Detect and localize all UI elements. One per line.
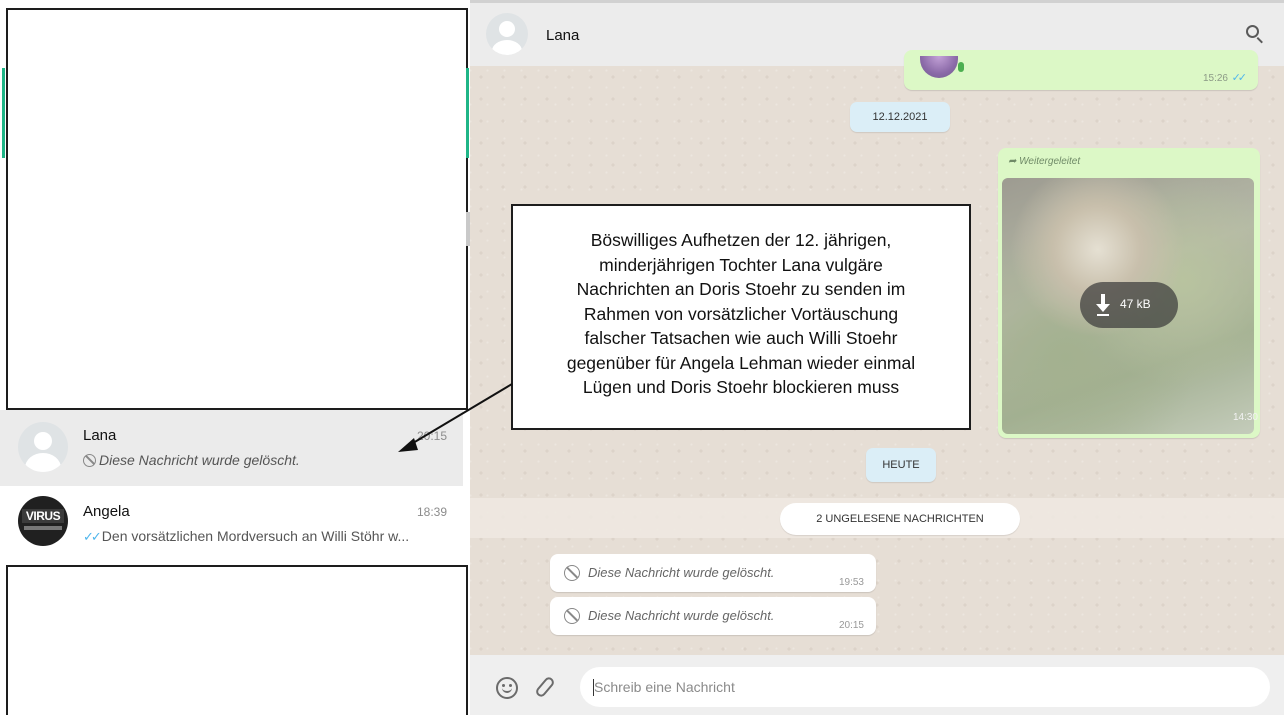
read-ticks-icon: ✓✓	[1231, 72, 1248, 84]
chat-time: 18:39	[416, 505, 447, 519]
message-time: 14:30	[1232, 412, 1258, 423]
annotation-line: falscher Tatsachen wie auch Willi Stoehr	[584, 328, 898, 348]
deleted-message-text: Diese Nachricht wurde gelöscht.	[588, 565, 775, 580]
message-time: 20:15	[838, 620, 864, 631]
chat-preview-text: Diese Nachricht wurde gelöscht.	[99, 452, 300, 468]
avatar: VIRUS	[18, 496, 68, 546]
selection-accent	[2, 68, 5, 158]
message-input[interactable]	[580, 667, 1270, 707]
deleted-icon	[83, 454, 96, 467]
redaction-box-top	[6, 8, 468, 410]
voice-avatar	[920, 56, 958, 78]
deleted-icon	[564, 565, 580, 581]
annotation-arrow	[398, 383, 513, 452]
media-thumbnail[interactable]: 47 kB	[1002, 178, 1254, 434]
annotation-text: Böswilliges Aufhetzen der 12. jährigen, …	[513, 206, 969, 400]
avatar-logo-text: VIRUS	[22, 509, 64, 523]
annotation-line: Nachrichten an Doris Stoehr zu senden im	[576, 279, 906, 299]
forwarded-text: Weitergeleitet	[1019, 156, 1081, 167]
annotation-box: Böswilliges Aufhetzen der 12. jährigen, …	[511, 204, 971, 430]
chat-item-angela[interactable]: VIRUS Angela 18:39 ✓✓ Den vorsätzlichen M…	[0, 486, 463, 562]
emoji-icon[interactable]	[496, 677, 518, 699]
download-icon	[1096, 294, 1110, 316]
chat-preview: ✓✓ Den vorsätzlichen Mordversuch an Willi…	[83, 528, 443, 545]
search-icon[interactable]	[1246, 25, 1266, 45]
annotation-line: Rahmen von vorsätzlicher Vortäuschung	[583, 303, 899, 324]
deleted-message[interactable]: Diese Nachricht wurde gelöscht. 19:53	[550, 554, 876, 592]
chat-list-panel: Lana 20:15 Diese Nachricht wurde gelösch…	[0, 0, 470, 715]
forwarded-label: ➦ Weitergeleitet	[1008, 156, 1080, 167]
chat-preview: Diese Nachricht wurde gelöscht.	[83, 452, 443, 468]
download-button[interactable]: 47 kB	[1080, 282, 1178, 328]
message-time: 19:53	[838, 577, 864, 588]
avatar	[18, 422, 68, 472]
redaction-box-bottom	[6, 565, 468, 715]
read-ticks-icon: ✓✓	[83, 529, 102, 544]
contact-name[interactable]: Lana	[546, 27, 579, 44]
annotation-line: Lügen und Doris Stoehr blockieren muss	[582, 377, 900, 397]
microphone-icon	[958, 62, 964, 72]
forward-icon: ➦	[1008, 156, 1020, 167]
today-divider: HEUTE	[866, 448, 936, 482]
date-divider: 12.12.2021	[850, 102, 950, 132]
selection-accent-right	[466, 68, 469, 158]
deleted-icon	[564, 608, 580, 624]
media-message[interactable]: ➦ Weitergeleitet 47 kB	[998, 148, 1260, 438]
contact-avatar[interactable]	[486, 13, 528, 55]
chat-name: Angela	[83, 503, 130, 520]
deleted-message-text: Diese Nachricht wurde gelöscht.	[588, 608, 775, 623]
chat-preview-text: Den vorsätzlichen Mordversuch an Willi S…	[101, 528, 410, 544]
unread-divider: 2 UNGELESENE NACHRICHTEN	[780, 503, 1020, 535]
annotation-line: Böswilliges Aufhetzen der 12. jährigen,	[590, 230, 892, 250]
composer-bar	[470, 655, 1284, 715]
annotation-line: gegenüber für Angela Lehman wieder einma…	[566, 352, 916, 373]
text-caret	[593, 679, 594, 696]
annotation-line: minderjährigen Tochter Lana vulgäre	[599, 254, 883, 275]
deleted-message[interactable]: Diese Nachricht wurde gelöscht. 20:15	[550, 597, 876, 635]
audio-message[interactable]: 15:26 ✓✓	[904, 50, 1258, 90]
media-size: 47 kB	[1120, 297, 1151, 311]
attachment-icon[interactable]	[534, 675, 556, 699]
message-time: 15:26	[1202, 73, 1228, 84]
chat-name: Lana	[83, 427, 117, 444]
